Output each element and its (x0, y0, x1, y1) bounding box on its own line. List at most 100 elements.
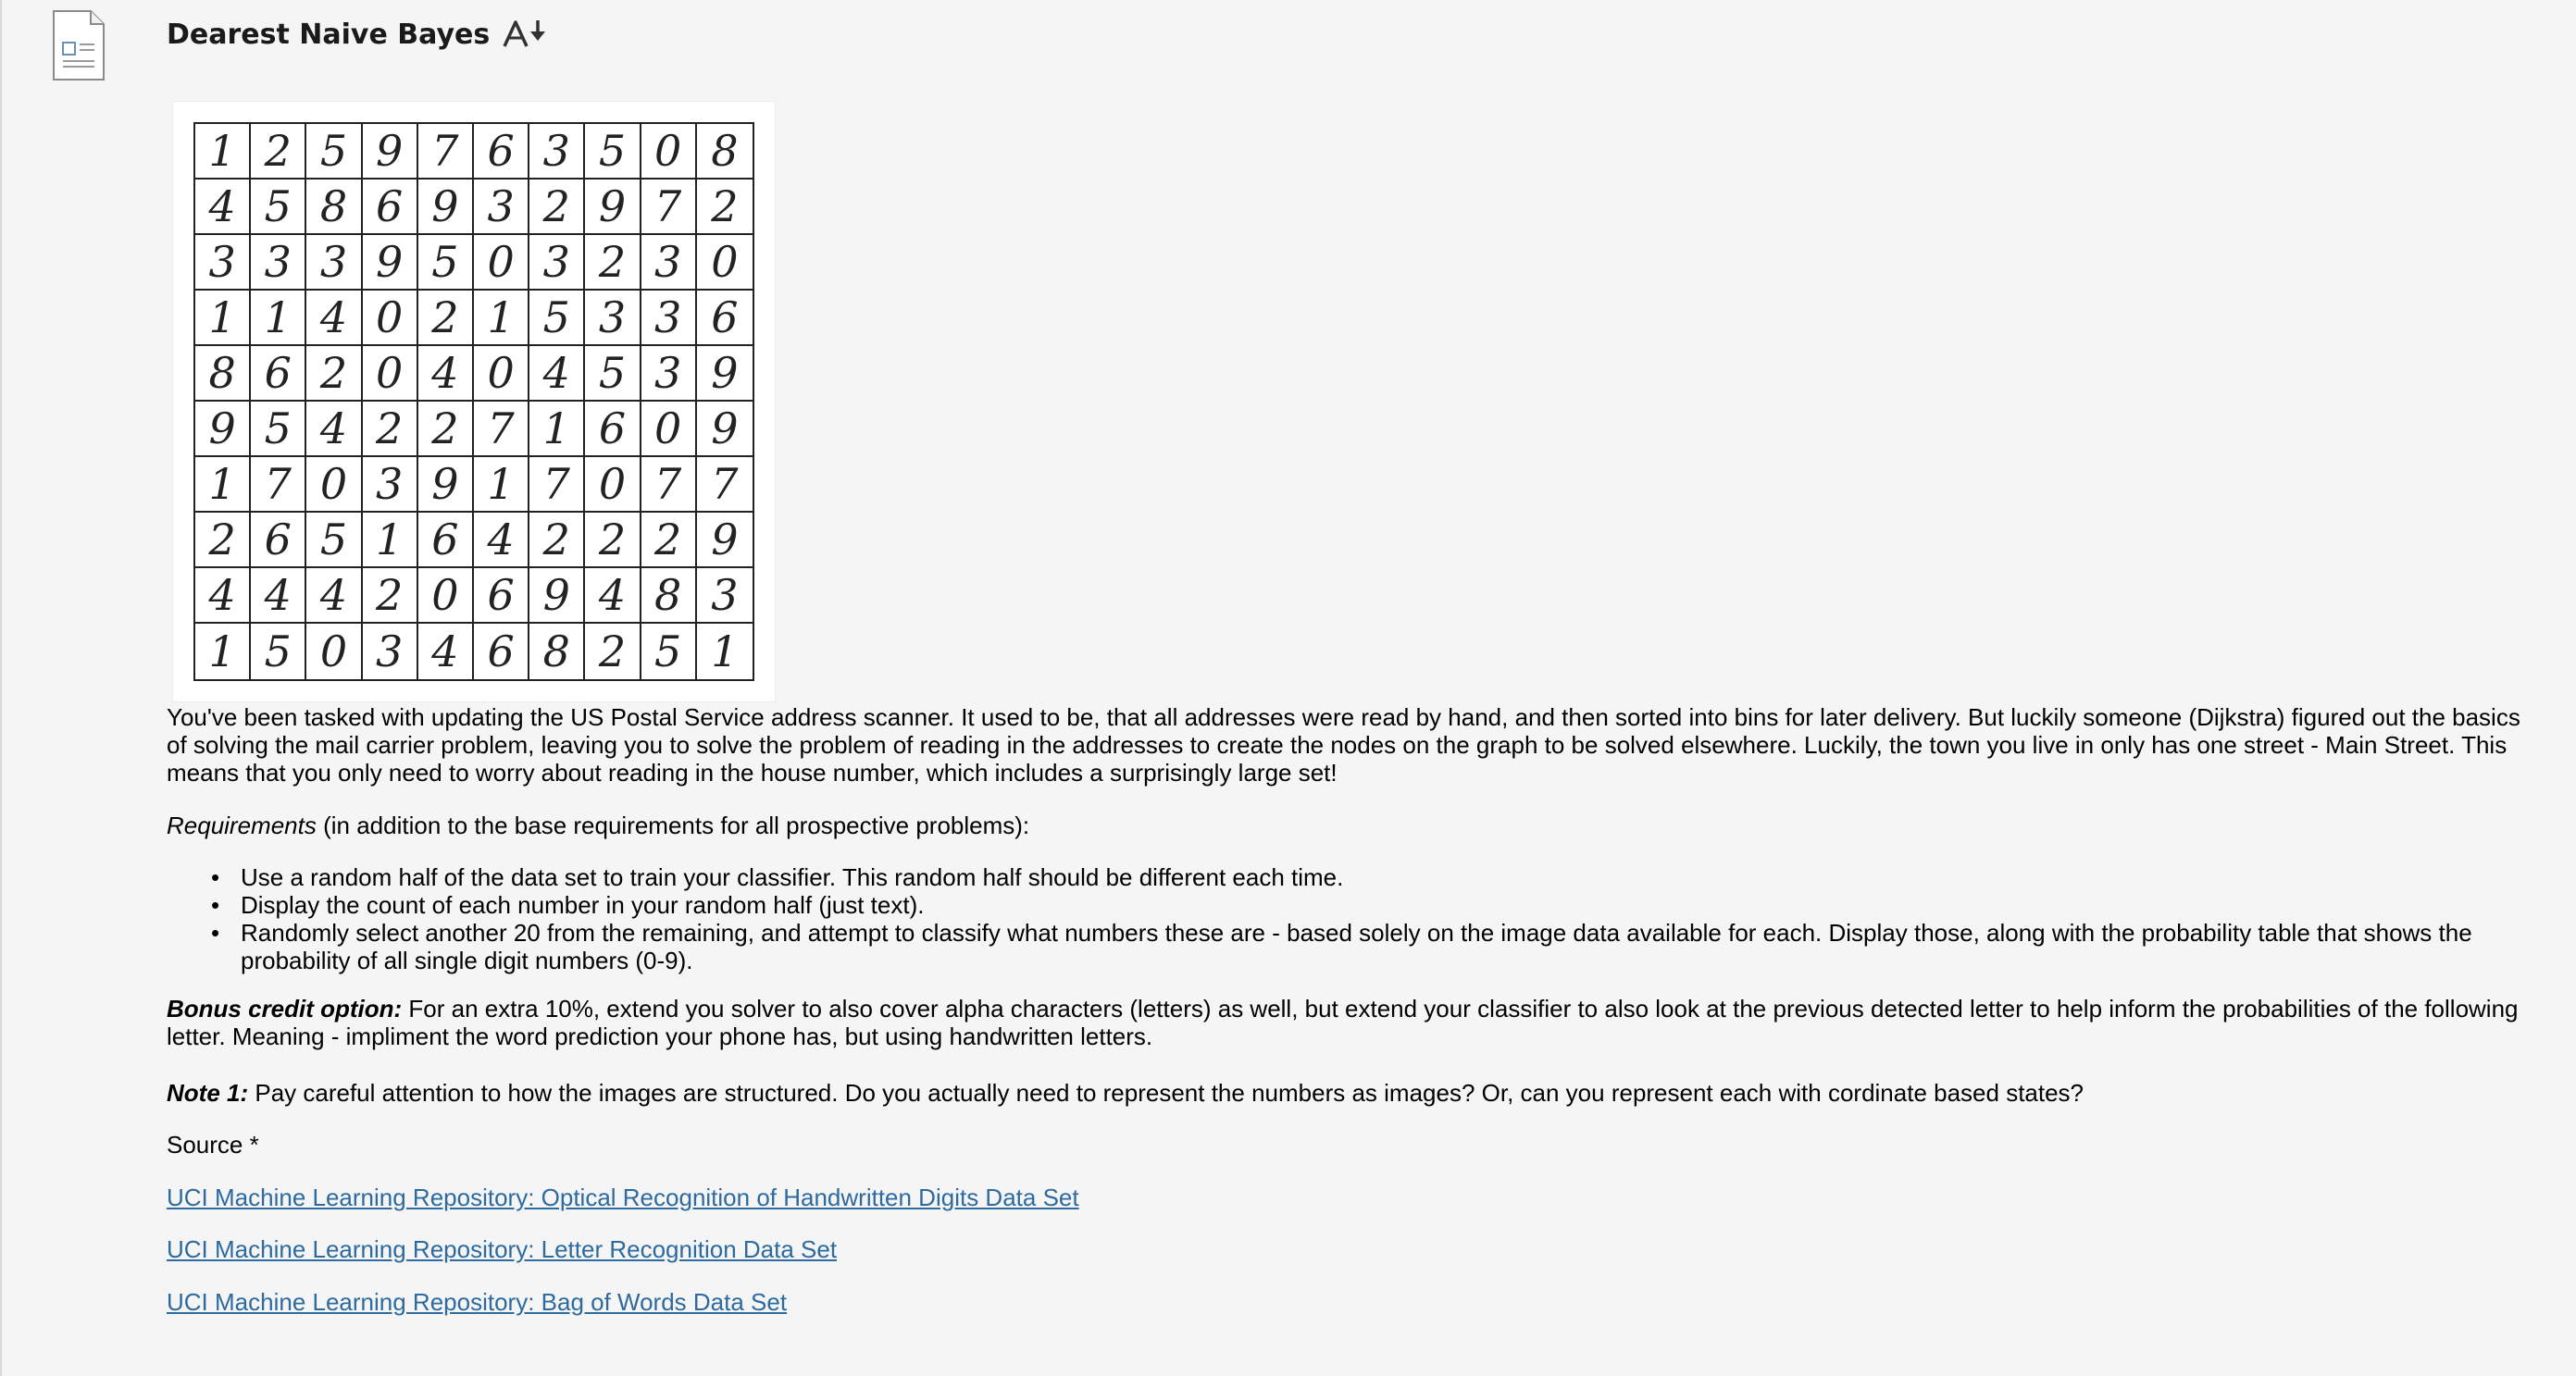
digit-cell: 9 (417, 457, 474, 513)
digit-cell: 5 (641, 624, 697, 679)
digit-cell: 2 (529, 180, 586, 235)
digit-cell: 2 (585, 513, 641, 568)
digit-cell: 0 (474, 346, 530, 402)
list-item: • Randomly select another 20 from the rem… (211, 919, 2499, 974)
note-paragraph: Note 1: Pay careful attention to how the… (167, 1079, 2536, 1107)
digit-cell: 0 (306, 624, 363, 679)
digit-cell: 2 (641, 513, 697, 568)
digit-cell: 8 (529, 624, 586, 679)
link-bag-of-words-dataset[interactable]: UCI Machine Learning Repository: Bag of … (167, 1288, 787, 1316)
digit-cell: 1 (195, 457, 252, 513)
page-header: Dearest Naive Bayes (167, 11, 549, 57)
digit-cell: 8 (195, 346, 252, 402)
requirements-paragraph: Requirements (in addition to the base re… (167, 812, 2536, 839)
digit-cell: 7 (474, 402, 530, 457)
digit-cell: 8 (696, 124, 753, 180)
digit-cell: 6 (474, 624, 530, 679)
digit-cell: 3 (641, 291, 697, 346)
digit-grid: 1259763508458693297233395032301140215336… (193, 122, 754, 681)
digit-cell: 9 (696, 346, 753, 402)
digit-cell: 9 (417, 180, 474, 235)
link-optical-digits-dataset[interactable]: UCI Machine Learning Repository: Optical… (167, 1184, 1079, 1211)
digit-cell: 5 (529, 291, 586, 346)
list-item-text: Use a random half of the data set to tra… (241, 863, 1344, 891)
digit-cell: 9 (696, 513, 753, 568)
digit-cell: 0 (474, 235, 530, 291)
digit-cell: 9 (529, 568, 586, 624)
digit-cell: 4 (417, 346, 474, 402)
digit-cell: 5 (306, 124, 363, 180)
digit-cell: 8 (641, 568, 697, 624)
digit-cell: 2 (251, 124, 307, 180)
bonus-label: Bonus credit option: (167, 995, 403, 1023)
digit-cell: 7 (417, 124, 474, 180)
digit-cell: 9 (195, 402, 252, 457)
digit-cell: 0 (362, 291, 418, 346)
digit-cell: 2 (585, 235, 641, 291)
digit-cell: 1 (251, 291, 307, 346)
digit-cell: 1 (474, 291, 530, 346)
digit-cell: 9 (362, 235, 418, 291)
digit-cell: 4 (306, 568, 363, 624)
digit-cell: 2 (417, 291, 474, 346)
digit-cell: 3 (362, 457, 418, 513)
bullet: • (211, 919, 220, 947)
digit-cell: 0 (696, 235, 753, 291)
link-letter-recognition-dataset[interactable]: UCI Machine Learning Repository: Letter … (167, 1235, 837, 1263)
digit-cell: 0 (641, 124, 697, 180)
digit-cell: 7 (641, 457, 697, 513)
digit-cell: 7 (529, 457, 586, 513)
requirements-label: Requirements (167, 812, 317, 839)
digit-cell: 2 (417, 402, 474, 457)
digit-cell: 0 (417, 568, 474, 624)
digit-cell: 4 (474, 513, 530, 568)
font-size-icon[interactable] (503, 19, 549, 50)
digit-cell: 3 (529, 235, 586, 291)
bonus-paragraph: Bonus credit option: For an extra 10%, e… (167, 995, 2536, 1050)
digit-cell: 0 (306, 457, 363, 513)
digit-cell: 6 (696, 291, 753, 346)
digit-cell: 1 (195, 291, 252, 346)
digit-cell: 6 (474, 124, 530, 180)
digit-cell: 3 (474, 180, 530, 235)
digit-cell: 2 (362, 568, 418, 624)
digit-cell: 1 (362, 513, 418, 568)
requirements-list: • Use a random half of the data set to tr… (211, 863, 2499, 974)
digit-cell: 3 (251, 235, 307, 291)
digit-cell: 4 (195, 180, 252, 235)
digit-cell: 3 (363, 624, 418, 679)
left-border (0, 0, 2, 1376)
digit-cell: 4 (529, 346, 586, 402)
digit-cell: 6 (417, 513, 474, 568)
list-item: • Use a random half of the data set to tr… (211, 863, 2499, 891)
digit-cell: 4 (306, 402, 363, 457)
digit-cell: 4 (585, 568, 641, 624)
digit-cell: 9 (696, 402, 753, 457)
digit-cell: 5 (251, 402, 307, 457)
digit-cell: 3 (696, 568, 753, 624)
digit-cell: 1 (529, 402, 586, 457)
digit-cell: 3 (585, 291, 641, 346)
digit-cell: 0 (585, 457, 641, 513)
digit-cell: 0 (641, 402, 697, 457)
digit-cell: 5 (251, 624, 307, 679)
digit-cell: 3 (529, 124, 586, 180)
digit-cell: 5 (306, 513, 363, 568)
digit-cell: 2 (529, 513, 586, 568)
list-item: • Display the count of each number in you… (211, 891, 2499, 919)
digit-cell: 7 (696, 457, 753, 513)
digit-cell: 3 (195, 235, 252, 291)
bullet: • (211, 863, 220, 891)
document-icon (53, 10, 105, 81)
digit-cell: 0 (362, 346, 418, 402)
digit-cell: 2 (696, 180, 753, 235)
digit-cell: 1 (474, 457, 530, 513)
list-item-text: Randomly select another 20 from the rema… (241, 919, 2472, 974)
digit-cell: 3 (306, 235, 363, 291)
digit-cell: 8 (306, 180, 363, 235)
digit-cell: 2 (362, 402, 418, 457)
digit-cell: 5 (585, 124, 641, 180)
digit-cell: 4 (306, 291, 363, 346)
digit-cell: 6 (251, 513, 307, 568)
digit-cell: 4 (418, 624, 474, 679)
